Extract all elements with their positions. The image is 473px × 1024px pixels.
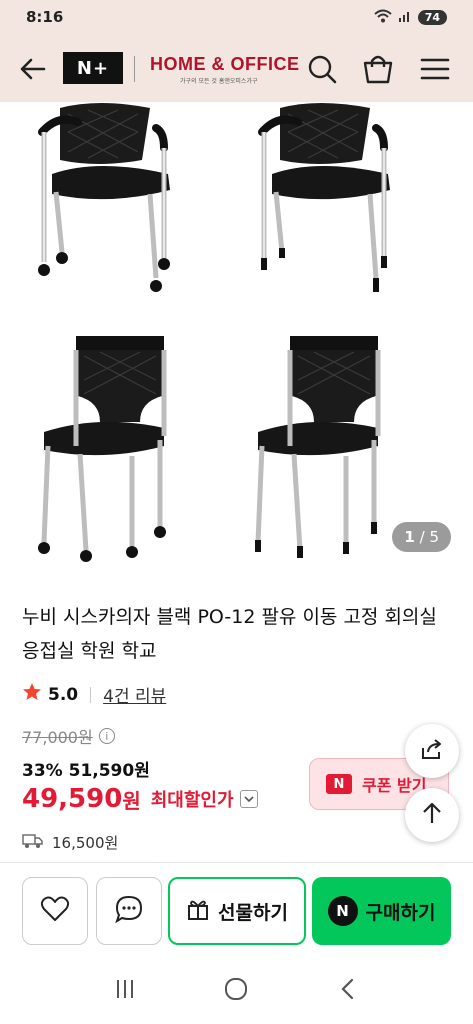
rating-divider xyxy=(90,686,92,703)
original-price-row: 77,000원 i xyxy=(22,724,115,748)
buy-button[interactable]: N 구매하기 xyxy=(312,877,451,945)
naver-plus-logo[interactable]: N+ xyxy=(63,52,123,84)
final-price-row: 49,590 원 최대할인가 xyxy=(22,784,258,814)
naver-n-icon: N xyxy=(326,774,352,794)
image-counter-current: 1 xyxy=(404,528,415,546)
product-photo xyxy=(38,102,473,562)
share-button[interactable] xyxy=(405,724,459,778)
original-price: 77,000원 xyxy=(22,728,93,747)
recent-apps-icon[interactable] xyxy=(113,977,137,1005)
truck-icon xyxy=(22,833,44,853)
wifi-icon xyxy=(374,9,392,26)
rating-row: 5.0 4건 리뷰 xyxy=(22,682,166,707)
heart-icon xyxy=(40,895,70,927)
discount-price: 33% 51,590원 xyxy=(22,761,150,781)
home-icon[interactable] xyxy=(223,976,249,1006)
final-price-unit: 원 xyxy=(122,788,141,813)
chat-bubble-icon xyxy=(114,894,144,928)
scroll-top-button[interactable] xyxy=(405,788,459,842)
wishlist-button[interactable] xyxy=(22,877,88,945)
signal-icon xyxy=(398,9,412,26)
share-icon xyxy=(419,736,445,766)
store-brand[interactable]: HOME & OFFICE xyxy=(150,54,300,75)
max-discount-label: 최대할인가 xyxy=(150,790,234,811)
image-counter-total: / 5 xyxy=(419,528,439,546)
chevron-down-icon[interactable] xyxy=(239,790,258,808)
star-icon xyxy=(22,682,42,707)
rating-score: 5.0 xyxy=(48,684,79,705)
final-price: 49,590 xyxy=(22,784,123,814)
status-icons: 74 xyxy=(374,9,447,26)
buy-label: 구매하기 xyxy=(365,901,436,924)
product-image-gallery[interactable]: 1 / 5 xyxy=(0,102,473,572)
image-counter: 1 / 5 xyxy=(392,522,451,552)
arrow-up-icon xyxy=(419,800,445,830)
bottom-action-bar: 선물하기 N 구매하기 xyxy=(0,863,473,958)
system-nav-bar xyxy=(0,958,473,1024)
status-time: 8:16 xyxy=(26,8,64,26)
menu-icon[interactable] xyxy=(418,52,452,86)
gift-icon xyxy=(186,897,210,926)
info-icon[interactable]: i xyxy=(98,728,115,744)
battery-indicator: 74 xyxy=(417,9,447,25)
status-bar: 8:16 74 xyxy=(0,0,473,34)
product-title: 누비 시스카의자 블랙 PO-12 팔유 이동 고정 회의실 응접실 학원 학교 xyxy=(22,606,437,662)
gift-label: 선물하기 xyxy=(218,901,288,924)
gift-button[interactable]: 선물하기 xyxy=(168,877,306,945)
review-count-link[interactable]: 4건 리뷰 xyxy=(103,682,166,707)
back-icon[interactable] xyxy=(336,977,360,1005)
back-arrow-icon[interactable] xyxy=(18,54,48,84)
shipping-row: 16,500원 xyxy=(22,832,118,853)
search-icon[interactable] xyxy=(305,52,339,86)
store-brand-subtitle: 가구의 모든 것 홈앤오피스가구 xyxy=(180,78,258,85)
logo-divider xyxy=(134,56,135,82)
shipping-fee: 16,500원 xyxy=(52,834,119,852)
app-header: N+ HOME & OFFICE 가구의 모든 것 홈앤오피스가구 xyxy=(0,34,473,102)
talk-button[interactable] xyxy=(96,877,162,945)
naver-pay-icon: N xyxy=(327,896,358,926)
shopping-bag-icon[interactable] xyxy=(361,52,395,86)
